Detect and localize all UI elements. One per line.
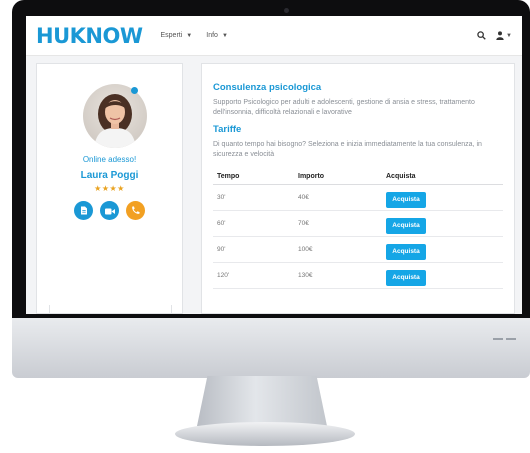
service-description: Supporto Psicologico per adulti e adoles…: [213, 99, 475, 116]
expert-profile-card: Online adesso! Laura Poggi ★★★★: [36, 63, 183, 314]
row-time: 30': [217, 194, 226, 201]
navbar-actions: ▼: [477, 27, 512, 45]
document-icon: [80, 202, 88, 220]
browser-screen: HUKNOW Esperti ▼ Info ▼ ▼ Online adesso!…: [26, 16, 522, 314]
table-header: Tempo Importo Acquista: [213, 169, 503, 185]
buy-button[interactable]: Acquista: [386, 191, 426, 208]
avatar: [83, 84, 147, 148]
header-tempo: Tempo: [217, 173, 240, 180]
contact-actions: [37, 201, 182, 220]
row-time: 90': [217, 246, 226, 253]
row-time: 60': [217, 220, 226, 227]
chin-indicator: [493, 338, 516, 340]
user-menu[interactable]: ▼: [496, 27, 512, 45]
row-price: 130€: [298, 272, 313, 279]
video-call-button[interactable]: [100, 201, 119, 220]
chevron-down-icon: ▼: [186, 32, 193, 39]
chevron-down-icon: ▼: [221, 32, 228, 39]
nav-menu-label: Esperti: [160, 32, 183, 39]
row-price: 40€: [298, 194, 309, 201]
nav-menu-info[interactable]: Info ▼: [206, 32, 228, 39]
search-icon[interactable]: [477, 31, 486, 40]
phone-icon: [131, 202, 140, 220]
user-icon: [496, 27, 504, 45]
pricing-table: Tempo Importo Acquista 30' 40€ Acquista …: [213, 169, 503, 289]
phone-call-button[interactable]: [126, 201, 145, 220]
webcam: [284, 8, 289, 13]
nav-menu-label: Info: [206, 32, 218, 39]
avatar-container: [83, 84, 147, 148]
table-row: 60' 70€ Acquista: [213, 211, 503, 237]
buy-button[interactable]: Acquista: [386, 243, 426, 260]
header-acquista: Acquista: [386, 173, 416, 180]
online-indicator: [131, 87, 138, 94]
online-status: Online adesso!: [82, 155, 137, 164]
row-price: 100€: [298, 246, 313, 253]
monitor-stand: [197, 376, 327, 426]
pricing-intro: Di quanto tempo hai bisogno? Seleziona e…: [213, 141, 482, 158]
video-icon: [104, 202, 115, 220]
expert-name[interactable]: Laura Poggi: [37, 170, 182, 181]
monitor-chin: [12, 318, 530, 378]
table-row: 90' 100€ Acquista: [213, 237, 503, 263]
row-time: 120': [217, 272, 230, 279]
pricing-title: Tariffe: [213, 124, 242, 135]
chat-button[interactable]: [74, 201, 93, 220]
site-logo[interactable]: HUKNOW: [36, 24, 143, 48]
service-details-card: Consulenza psicologica Supporto Psicolog…: [201, 63, 515, 314]
card-divider: [49, 305, 172, 313]
top-navbar: HUKNOW Esperti ▼ Info ▼ ▼: [26, 16, 522, 56]
nav-menu-esperti[interactable]: Esperti ▼: [161, 32, 193, 39]
header-importo: Importo: [298, 173, 325, 180]
row-price: 70€: [298, 220, 309, 227]
table-row: 30' 40€ Acquista: [213, 185, 503, 211]
monitor-base: [175, 422, 355, 446]
chevron-down-icon: ▼: [506, 32, 512, 39]
rating-stars: ★★★★: [94, 184, 125, 193]
table-row: 120' 130€ Acquista: [213, 263, 503, 289]
buy-button[interactable]: Acquista: [386, 217, 426, 234]
buy-button[interactable]: Acquista: [386, 269, 426, 286]
service-title: Consulenza psicologica: [213, 82, 322, 93]
